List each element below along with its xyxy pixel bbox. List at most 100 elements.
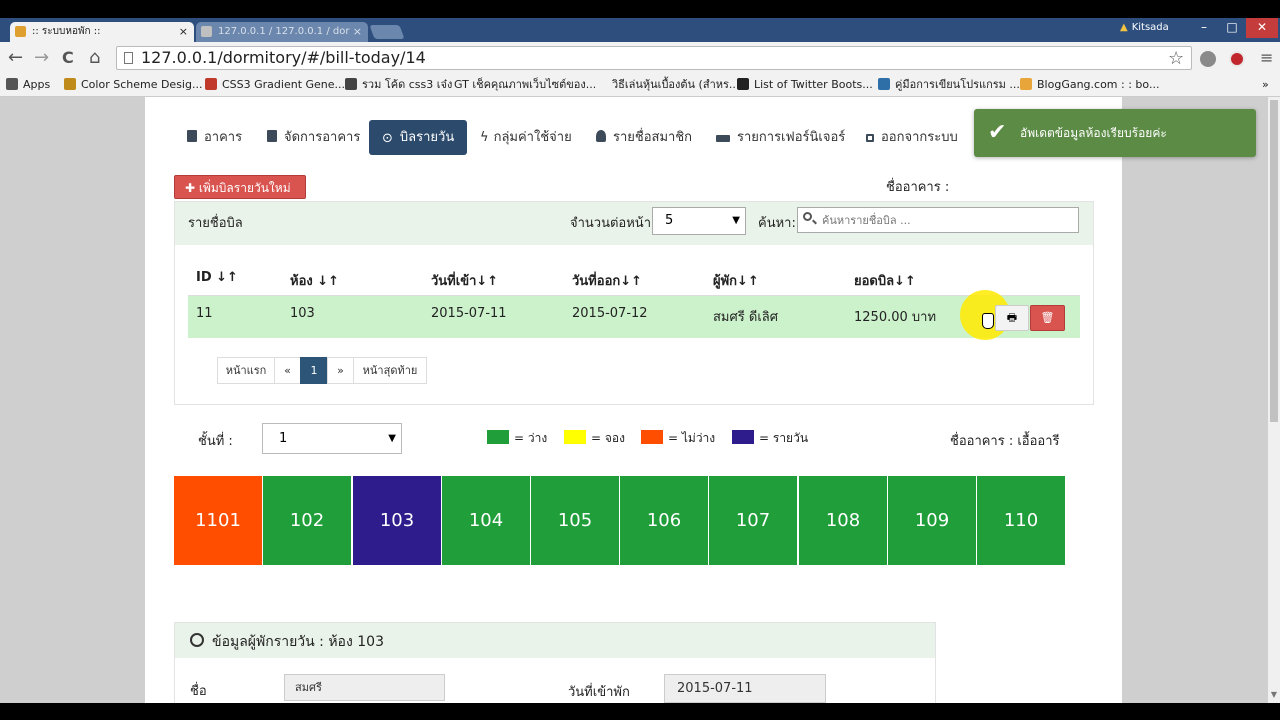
bookmark-star-icon[interactable]: ☆ [1168,48,1184,69]
add-daily-bill-button[interactable]: ✚ เพิ่มบิลรายวันใหม่ [174,175,306,199]
clock-icon [190,633,204,647]
print-button[interactable]: 🖶 [995,305,1029,331]
column-header-guest[interactable]: ผู้พัก↓↑ [713,270,759,291]
legend-swatch [641,430,663,444]
legend-swatch [487,430,509,444]
browser-tab-active[interactable]: :: ระบบหอพัก :: × [10,22,194,42]
room-tile[interactable]: 102 [263,476,351,565]
delete-button[interactable]: 🗑 [1030,305,1065,331]
nav-furniture[interactable]: รายการเฟอร์นิเจอร์ [716,120,845,155]
legend-daily: = รายวัน [732,430,808,445]
room-tile[interactable]: 1101 [174,476,262,565]
bed-icon [716,135,730,142]
nav-daily-bill[interactable]: ⊙ บิลรายวัน [369,120,468,155]
name-field[interactable]: สมศรี [284,674,445,701]
room-tile[interactable]: 108 [799,476,887,565]
url-text: 127.0.0.1/dormitory/#/bill-today/14 [141,48,426,67]
home-icon[interactable]: ⌂ [89,48,100,68]
building-label: ชื่ออาคาร : [886,180,950,195]
search-icon [803,212,812,221]
trash-icon: 🗑 [1040,311,1055,324]
extension-record-icon[interactable] [1229,51,1245,67]
cell-checkin: 2015-07-11 [431,306,507,321]
back-icon[interactable]: ← [8,48,23,68]
profile-name: Kitsada [1131,22,1169,33]
close-window-button[interactable]: ✕ [1246,18,1278,38]
room-tile[interactable]: 110 [977,476,1065,565]
new-tab-button[interactable] [369,25,405,39]
nav-manage-building[interactable]: จัดการอาคาร [267,120,360,155]
tab-title: 127.0.0.1 / 127.0.0.1 / dor [218,26,350,37]
column-header-checkout[interactable]: วันที่ออก↓↑ [572,270,642,291]
chevron-down-icon: ▼ [732,215,740,226]
room-tile[interactable]: 103 [353,476,441,565]
room-tile[interactable]: 109 [888,476,976,565]
bookmark-favicon-icon [205,78,217,90]
bookmark-item[interactable]: คู่มือการเขียนโปรแกรม ... [878,77,1020,93]
search-label: ค้นหา: [758,216,796,231]
pagination-prev[interactable]: « [274,357,301,384]
forward-icon[interactable]: → [34,48,49,68]
bookmark-favicon-icon [878,78,890,90]
bookmark-favicon-icon [345,78,357,90]
legend-reserved: = จอง [564,430,625,445]
close-tab-icon[interactable]: × [179,22,188,42]
bookmark-favicon-icon [1020,78,1032,90]
profile-badge[interactable]: ▲ Kitsada [1120,20,1169,36]
toast-message: อัพเดตข้อมูลห้องเรียบร้อยค่ะ [1020,126,1167,140]
nav-members[interactable]: รายชื่อสมาชิก [596,120,692,155]
cell-room: 103 [290,306,315,321]
check-icon: ✔ [988,120,1007,145]
hand-cursor-icon [982,313,994,329]
floor-select[interactable]: 1 ▼ [262,423,402,454]
bookmark-item[interactable]: GT เช็คคุณภาพเว็บไซต์ของ... [454,77,596,93]
cell-checkout: 2015-07-12 [572,306,648,321]
guest-info-title: ข้อมูลผู้พักรายวัน : ห้อง 103 [190,631,384,653]
pagination-first[interactable]: หน้าแรก [217,357,275,384]
name-label: ชื่อ [190,684,207,699]
bookmark-item[interactable]: BlogGang.com : : bo... [1020,77,1159,93]
pagination-current[interactable]: 1 [300,357,328,384]
checkin-field[interactable]: 2015-07-11 [664,674,826,703]
room-tile[interactable]: 106 [620,476,708,565]
cell-guest: สมศรี ดีเลิศ [713,310,778,325]
browser-tab[interactable]: 127.0.0.1 / 127.0.0.1 / dor × [196,22,368,42]
building-name: ชื่ออาคาร : เอื้ออารี [950,434,1060,449]
bookmarks-overflow-icon[interactable]: » [1262,77,1269,93]
address-bar[interactable]: 127.0.0.1/dormitory/#/bill-today/14 [116,46,1192,70]
nav-building[interactable]: อาคาร [187,120,242,155]
legend-swatch [732,430,754,444]
room-tile[interactable]: 104 [442,476,530,565]
scrollbar-thumb[interactable] [1270,100,1278,422]
bookmark-apps[interactable]: Apps [6,77,50,93]
browser-menu-icon[interactable]: ≡ [1260,48,1273,67]
pagination-last[interactable]: หน้าสุดท้าย [353,357,427,384]
pagination-next[interactable]: » [327,357,354,384]
nav-expense-group[interactable]: ϟ กลุ่มค่าใช้จ่าย [480,120,572,155]
column-header-checkin[interactable]: วันที่เข้า↓↑ [431,270,498,291]
column-header-total[interactable]: ยอดบิล↓↑ [854,270,916,291]
bookmark-item[interactable]: CSS3 Gradient Gene... [205,77,345,93]
search-input[interactable] [797,207,1079,233]
room-tile[interactable]: 107 [709,476,797,565]
page-icon [124,52,133,64]
checkin-label: วันที่เข้าพัก [568,685,630,700]
cell-id: 11 [196,306,213,321]
scroll-down-icon[interactable]: ▼ [1268,690,1280,702]
column-header-room[interactable]: ห้อง ↓↑ [290,270,339,291]
success-toast[interactable]: ✔ อัพเดตข้อมูลห้องเรียบร้อยค่ะ [974,109,1256,157]
minimize-button[interactable]: – [1190,18,1218,38]
room-tile[interactable]: 105 [531,476,619,565]
nav-logout[interactable]: ออกจากระบบ [866,120,958,155]
bookmark-item[interactable]: List of Twitter Boots... [737,77,873,93]
bookmark-item[interactable]: Color Scheme Desig... [64,77,202,93]
close-tab-icon[interactable]: × [353,22,362,42]
bookmark-item[interactable]: วิธีเล่นหุ้นเบื้องต้น (สำหร... [595,77,739,93]
column-header-id[interactable]: ID ↓↑ [196,270,238,285]
per-page-select[interactable]: 5 ▼ [652,207,746,235]
maximize-button[interactable]: □ [1218,18,1246,38]
bookmark-item[interactable]: รวม โค้ด css3 เจ๋ง [345,77,452,93]
bookmark-favicon-icon [595,78,607,90]
extension-icon[interactable] [1200,51,1216,67]
reload-icon[interactable]: C [62,48,74,68]
